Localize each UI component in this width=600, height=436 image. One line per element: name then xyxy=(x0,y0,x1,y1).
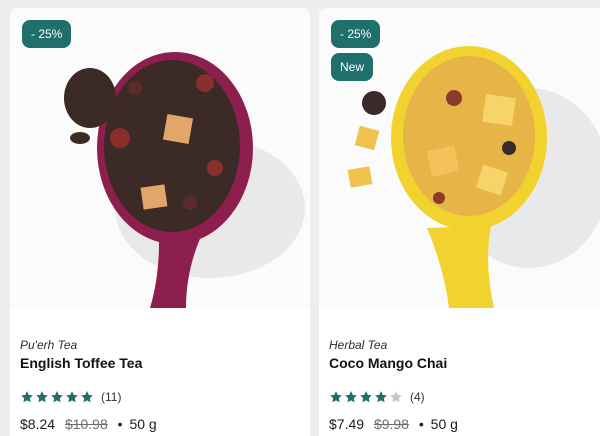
product-weight: 50 g xyxy=(430,416,458,432)
star-filled-icon xyxy=(344,390,358,404)
product-image[interactable]: - 25% xyxy=(10,8,310,308)
star-empty-icon xyxy=(389,390,403,404)
product-image[interactable]: - 25% New xyxy=(319,8,600,308)
original-price: $9.98 xyxy=(373,416,409,432)
product-title[interactable]: Coco Mango Chai xyxy=(329,355,447,371)
star-filled-icon xyxy=(374,390,388,404)
star-filled-icon xyxy=(20,390,34,404)
current-price: $8.24 xyxy=(20,416,56,432)
product-card[interactable]: - 25% New Herbal Tea Coco Mango Chai (4)… xyxy=(319,8,600,436)
tea-spoon-illustration xyxy=(64,52,305,308)
product-weight: 50 g xyxy=(129,416,157,432)
star-filled-icon xyxy=(80,390,94,404)
star-filled-icon xyxy=(65,390,79,404)
product-category: Pu'erh Tea xyxy=(20,338,78,352)
star-filled-icon xyxy=(35,390,49,404)
price-row: $8.24 $10.98 • 50 g xyxy=(20,416,157,432)
star-filled-icon xyxy=(329,390,343,404)
separator: • xyxy=(117,416,123,432)
product-category: Herbal Tea xyxy=(329,338,388,352)
current-price: $7.49 xyxy=(329,416,365,432)
star-rating: (11) xyxy=(20,390,121,404)
discount-badge: - 25% xyxy=(22,20,72,48)
review-count[interactable]: (11) xyxy=(101,390,121,404)
price-row: $7.49 $9.98 • 50 g xyxy=(329,416,458,432)
original-price: $10.98 xyxy=(64,416,108,432)
review-count[interactable]: (4) xyxy=(410,390,425,404)
new-badge: New xyxy=(331,53,374,81)
product-title[interactable]: English Toffee Tea xyxy=(20,355,142,371)
star-rating: (4) xyxy=(329,390,425,404)
star-filled-icon xyxy=(50,390,64,404)
discount-badge: - 25% xyxy=(331,20,381,48)
star-filled-icon xyxy=(359,390,373,404)
product-card[interactable]: - 25% Pu'erh Tea English Toffee Tea (11)… xyxy=(10,8,310,436)
separator: • xyxy=(418,416,424,432)
